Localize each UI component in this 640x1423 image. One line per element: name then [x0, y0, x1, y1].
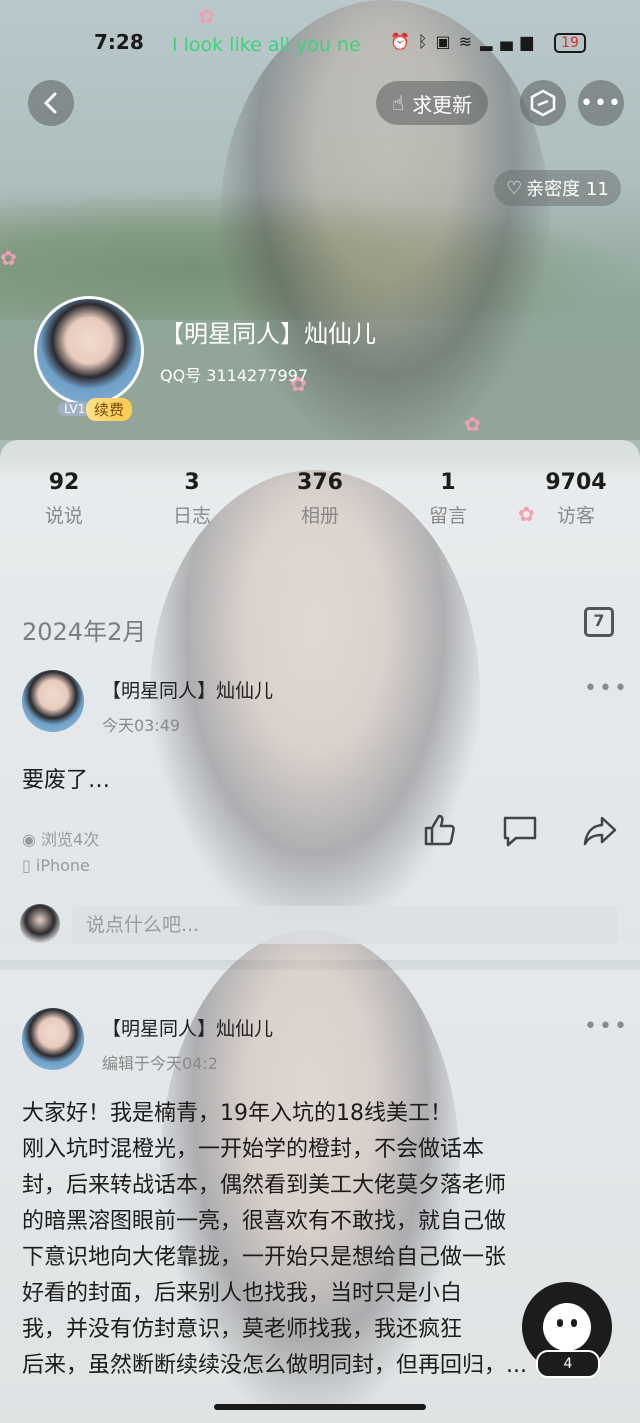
comment-input[interactable]: 说点什么吧... [72, 906, 618, 944]
petal-icon: ✿ [464, 412, 481, 436]
post-text: 要废了… [22, 768, 111, 793]
status-icons: ⏰ᛒ▣≋▂▄▆ 19 [390, 32, 586, 53]
petal-icon: ✿ [198, 4, 215, 28]
eye-icon: ◉ [22, 830, 42, 849]
like-button[interactable] [422, 812, 458, 855]
share-button[interactable] [520, 80, 566, 126]
heart-icon: ♡ [506, 177, 523, 199]
stat-label: 留言 [428, 505, 467, 527]
stat-moments[interactable]: 92 说说 [0, 470, 128, 528]
hexagon-icon [530, 89, 556, 117]
back-button[interactable] [28, 80, 74, 126]
views-label: 浏览4次 [41, 830, 100, 849]
home-indicator[interactable] [214, 1404, 426, 1410]
post-author-avatar[interactable] [22, 1008, 84, 1070]
stat-count: 1 [440, 470, 456, 495]
request-update-button[interactable]: ☝ 求更新 [376, 81, 489, 125]
ellipsis-icon: ••• [584, 1014, 629, 1039]
post-text-line: 刚入坑时混橙光，一开始学的橙封，不会做话本 [22, 1137, 485, 1162]
stat-label: 访客 [556, 505, 595, 527]
post-author-name[interactable]: 【明星同人】灿仙儿 [102, 1014, 273, 1041]
post-more-button[interactable]: ••• [584, 676, 629, 701]
alarm-icon: ⏰ [390, 32, 418, 51]
stat-visitors[interactable]: 9704 访客 [512, 470, 640, 528]
post-author-name[interactable]: 【明星同人】灿仙儿 [102, 676, 273, 703]
chevron-left-icon [43, 92, 57, 114]
stat-album[interactable]: 376 相册 [256, 470, 384, 528]
intimacy-badge[interactable]: ♡ 亲密度 11 [494, 170, 621, 206]
signal-icon: ▂▄▆ [480, 32, 541, 51]
comment-row: 说点什么吧... [20, 904, 620, 948]
petal-icon: ✿ [0, 246, 17, 270]
share-arrow-icon [583, 816, 617, 846]
post-text-line: 下意识地向大佬靠拢，一开始只是想给自己做一张 [22, 1245, 507, 1270]
post-device: ▯ iPhone [22, 856, 90, 875]
ellipsis-icon: ••• [580, 90, 622, 116]
forward-button[interactable] [582, 814, 618, 855]
hd-icon: ▣ [435, 32, 459, 51]
stat-blog[interactable]: 3 日志 [128, 470, 256, 528]
status-bar: 7:28 I look like all you ne ⏰ᛒ▣≋▂▄▆ 19 [0, 30, 640, 62]
phone-icon: ▯ [22, 856, 36, 875]
post-text-line: 后来，虽然断断续续没怎么做明同封，但再回归，... [22, 1353, 527, 1378]
calendar-icon[interactable]: 7 [584, 607, 614, 637]
post-text-line: 大家好！我是楠青，19年入坑的18线美工！ [22, 1101, 452, 1126]
viewer-avatar [20, 904, 60, 944]
feed-month-heading: 2024年2月 [22, 618, 147, 646]
floating-count-badge: 4 [536, 1350, 600, 1378]
intimacy-label: 亲密度 11 [526, 179, 609, 200]
post-views: ◉ 浏览4次 [22, 826, 99, 850]
battery-icon: 19 [554, 33, 586, 53]
stat-count: 9704 [545, 470, 607, 495]
profile-qq-number: QQ号 3114277997 [160, 366, 309, 385]
stat-label: 日志 [172, 505, 211, 527]
post-more-button[interactable]: ••• [584, 1014, 629, 1039]
post-text-line: 封，后来转战话本，偶然看到美工大佬莫夕落老师 [22, 1173, 507, 1198]
comment-button[interactable] [502, 814, 538, 855]
mascot-face-icon [543, 1303, 591, 1351]
stat-label: 说说 [44, 505, 83, 527]
post-time: 编辑于今天04:2 [102, 1054, 218, 1073]
profile-avatar[interactable] [34, 296, 144, 406]
post-text-line: 的暗黑溶图眼前一亮，很喜欢有不敢找，就自己做 [22, 1209, 507, 1234]
stat-count: 376 [297, 470, 343, 495]
hand-point-icon: ☝ [392, 91, 405, 115]
stat-count: 92 [48, 470, 80, 495]
stat-count: 3 [184, 470, 200, 495]
stat-messages[interactable]: 1 留言 [384, 470, 512, 528]
device-label: iPhone [35, 856, 90, 875]
status-time: 7:28 [94, 30, 144, 54]
renew-button[interactable]: 续费 [86, 398, 133, 421]
request-update-label: 求更新 [412, 92, 473, 117]
ellipsis-icon: ••• [584, 676, 629, 701]
profile-name: 【明星同人】灿仙儿 [160, 320, 376, 348]
thumbs-up-icon [424, 814, 455, 846]
stat-label: 相册 [300, 505, 339, 527]
post-time: 今天03:49 [102, 716, 181, 735]
more-button[interactable]: ••• [578, 80, 624, 126]
status-lyric: I look like all you ne [172, 34, 361, 56]
wifi-icon: ≋ [458, 32, 481, 51]
post-author-avatar[interactable] [22, 670, 84, 732]
stats-row: 92 说说 3 日志 376 相册 1 留言 9704 访客 [0, 470, 640, 528]
bluetooth-icon: ᛒ [417, 32, 436, 51]
comment-icon [503, 816, 537, 847]
